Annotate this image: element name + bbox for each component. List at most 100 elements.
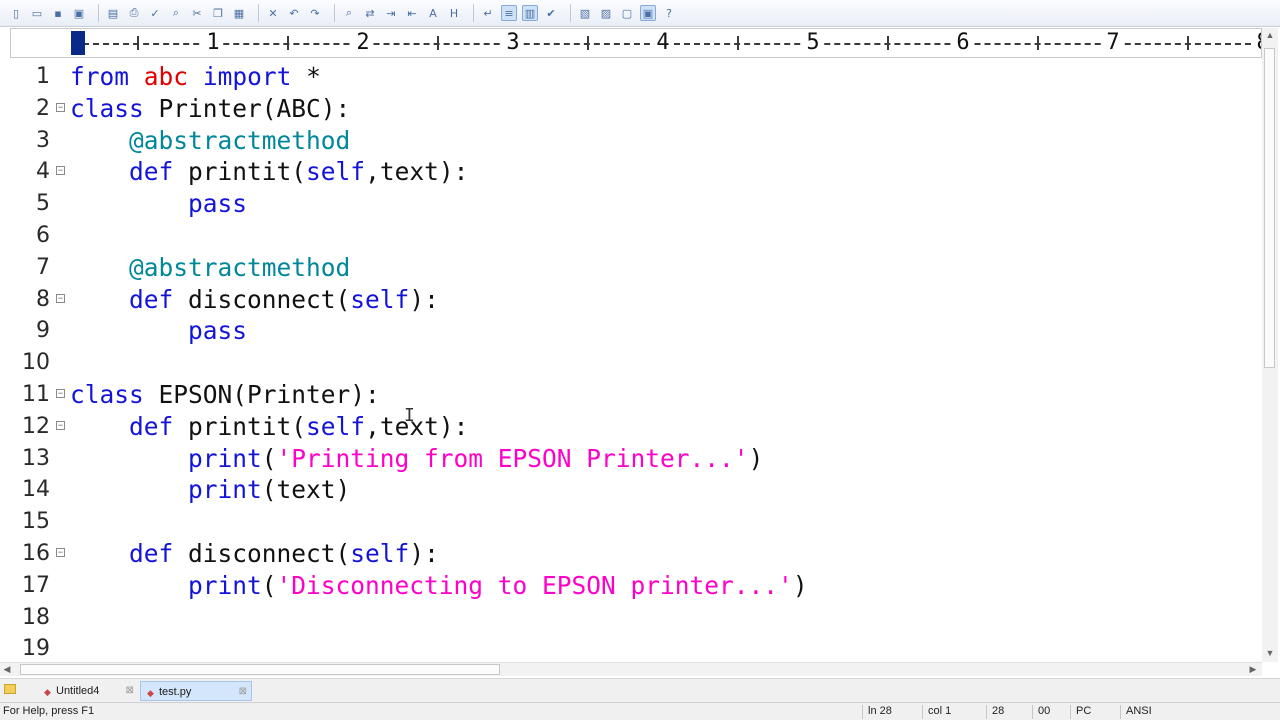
ruler-number: 1 bbox=[203, 30, 223, 56]
code-editor[interactable]: 1 from abc import * 2− class Printer(ABC): 3… bbox=[10, 60, 1262, 662]
code-line[interactable]: 18 bbox=[10, 602, 1262, 634]
module-token: abc bbox=[143, 62, 189, 91]
fold-toggle-icon[interactable]: − bbox=[56, 166, 65, 176]
code-line[interactable]: 3 @abstractmethod bbox=[10, 125, 1262, 157]
tab-test-py[interactable]: ◆ test.py ⊠ bbox=[140, 681, 252, 701]
horizontal-scroll-thumb[interactable] bbox=[20, 664, 500, 675]
scroll-right-icon[interactable]: ▶ bbox=[1246, 663, 1260, 677]
code-text: print('Disconnecting to EPSON printer...… bbox=[70, 570, 808, 602]
code-token: ( bbox=[261, 443, 277, 473]
save-all-icon[interactable]: ▣ bbox=[71, 5, 87, 21]
window-icon[interactable]: ▢ bbox=[619, 5, 635, 21]
word-wrap-icon[interactable]: ↵ bbox=[480, 5, 496, 21]
code-line[interactable]: 1 from abc import * bbox=[10, 61, 1262, 93]
keyword-token: print bbox=[188, 475, 262, 505]
tab-untitled4[interactable]: ◆ Untitled4 ⊠ bbox=[38, 681, 138, 701]
text-cursor-icon: I bbox=[404, 405, 415, 426]
line-number: 1 bbox=[36, 64, 50, 89]
indent-icon[interactable]: ⇤ bbox=[404, 5, 420, 21]
line-number: 19 bbox=[22, 636, 50, 662]
fold-toggle-icon[interactable]: − bbox=[56, 102, 65, 112]
code-line[interactable]: 15 bbox=[10, 506, 1262, 538]
code-line[interactable]: 2− class Printer(ABC): bbox=[10, 93, 1262, 125]
close-tab-icon[interactable]: ⊠ bbox=[239, 682, 247, 702]
code-line[interactable]: 8− def disconnect(self): bbox=[10, 284, 1262, 316]
code-text: @abstractmethod bbox=[70, 252, 350, 284]
code-token: disconnect( bbox=[173, 539, 351, 568]
fold-toggle-icon[interactable]: − bbox=[56, 420, 65, 430]
help-icon[interactable]: ? bbox=[661, 5, 677, 21]
goto-icon[interactable]: ⇥ bbox=[383, 5, 399, 21]
line-number: 18 bbox=[22, 604, 50, 630]
ruler-tick bbox=[587, 36, 589, 50]
code-line[interactable]: 13 print('Printing from EPSON Printer...… bbox=[10, 443, 1262, 475]
keyword-token: class bbox=[70, 380, 144, 409]
keyword-token: self bbox=[350, 539, 410, 568]
delete-icon[interactable]: ✕ bbox=[265, 5, 281, 21]
line-number: 3 bbox=[36, 127, 50, 153]
line-number: 6 bbox=[36, 223, 50, 248]
code-line[interactable]: 17 print('Disconnecting to EPSON printer… bbox=[10, 570, 1262, 602]
ruler-tick bbox=[887, 36, 889, 50]
ruler-number: 5 bbox=[803, 30, 823, 56]
code-text: def disconnect(self): bbox=[70, 538, 439, 570]
close-tab-icon[interactable]: ⊠ bbox=[126, 681, 134, 701]
code-line[interactable]: 11− class EPSON(Printer): bbox=[10, 379, 1262, 411]
code-line[interactable]: 4− def printit(self,text): bbox=[10, 156, 1262, 188]
code-line[interactable]: 19 bbox=[10, 633, 1262, 662]
code-line[interactable]: 12− def printit(self,text): bbox=[10, 411, 1262, 443]
panel-right-icon[interactable]: ▨ bbox=[598, 5, 614, 21]
scroll-left-icon[interactable]: ◀ bbox=[0, 663, 14, 677]
code-line[interactable]: 16− def disconnect(self): bbox=[10, 538, 1262, 570]
code-line[interactable]: 14 print(text) bbox=[10, 474, 1262, 506]
keyword-token: self bbox=[306, 157, 366, 187]
new-file-icon[interactable]: ▯ bbox=[8, 5, 24, 21]
search-icon[interactable]: ⌕ bbox=[341, 5, 357, 21]
vertical-scrollbar[interactable]: ▲ ▼ bbox=[1262, 28, 1278, 662]
paste-icon[interactable]: ▦ bbox=[231, 5, 247, 21]
save-icon[interactable]: ▪ bbox=[50, 5, 66, 21]
code-line[interactable]: 10 bbox=[10, 347, 1262, 379]
ruler-number: 7 bbox=[1103, 30, 1123, 56]
code-token: EPSON(Printer): bbox=[143, 380, 380, 409]
panel-left-icon[interactable]: ▧ bbox=[577, 5, 593, 21]
code-token: Printer(ABC): bbox=[143, 93, 351, 123]
code-line[interactable]: 7 @abstractmethod bbox=[10, 252, 1262, 284]
code-line[interactable]: 9 pass bbox=[10, 315, 1262, 347]
cut-icon[interactable]: ✂ bbox=[189, 5, 205, 21]
line-number-icon[interactable]: ≡ bbox=[501, 5, 517, 21]
check-icon[interactable]: ✔ bbox=[543, 5, 559, 21]
fold-toggle-icon[interactable]: − bbox=[56, 293, 65, 303]
redo-icon[interactable]: ↷ bbox=[307, 5, 323, 21]
keyword-token: pass bbox=[188, 316, 248, 346]
ruler-number: 3 bbox=[503, 30, 523, 56]
open-folder-icon[interactable]: ▭ bbox=[29, 5, 45, 21]
print-preview-icon[interactable]: ▤ bbox=[105, 5, 121, 21]
ruler-tick bbox=[287, 36, 289, 50]
find-icon[interactable]: ⌕ bbox=[168, 5, 184, 21]
copy-icon[interactable]: ❐ bbox=[210, 5, 226, 21]
scroll-down-icon[interactable]: ▼ bbox=[1262, 646, 1278, 660]
vertical-scroll-thumb[interactable] bbox=[1264, 48, 1275, 368]
status-divider bbox=[1032, 705, 1033, 719]
scroll-up-icon[interactable]: ▲ bbox=[1262, 28, 1278, 42]
fold-toggle-icon[interactable]: − bbox=[56, 548, 65, 557]
font-a-icon[interactable]: A bbox=[425, 5, 441, 21]
undo-icon[interactable]: ↶ bbox=[286, 5, 302, 21]
replace-icon[interactable]: ⇄ bbox=[362, 5, 378, 21]
code-token: printit( bbox=[173, 411, 307, 441]
fullscreen-icon[interactable]: ▣ bbox=[640, 5, 656, 21]
print-icon[interactable]: ⎙ bbox=[126, 5, 142, 21]
horizontal-scrollbar[interactable]: ◀ ▶ bbox=[0, 662, 1262, 676]
code-line[interactable]: 5 pass bbox=[10, 188, 1262, 220]
fold-toggle-icon[interactable]: − bbox=[56, 389, 65, 398]
hex-icon[interactable]: H bbox=[446, 5, 462, 21]
code-line[interactable]: 6 bbox=[10, 220, 1262, 252]
line-number: 4 bbox=[36, 159, 50, 185]
code-view-icon[interactable]: ▥ bbox=[522, 5, 538, 21]
spell-check-icon[interactable]: ✓ bbox=[147, 5, 163, 21]
folder-icon[interactable] bbox=[4, 684, 16, 694]
